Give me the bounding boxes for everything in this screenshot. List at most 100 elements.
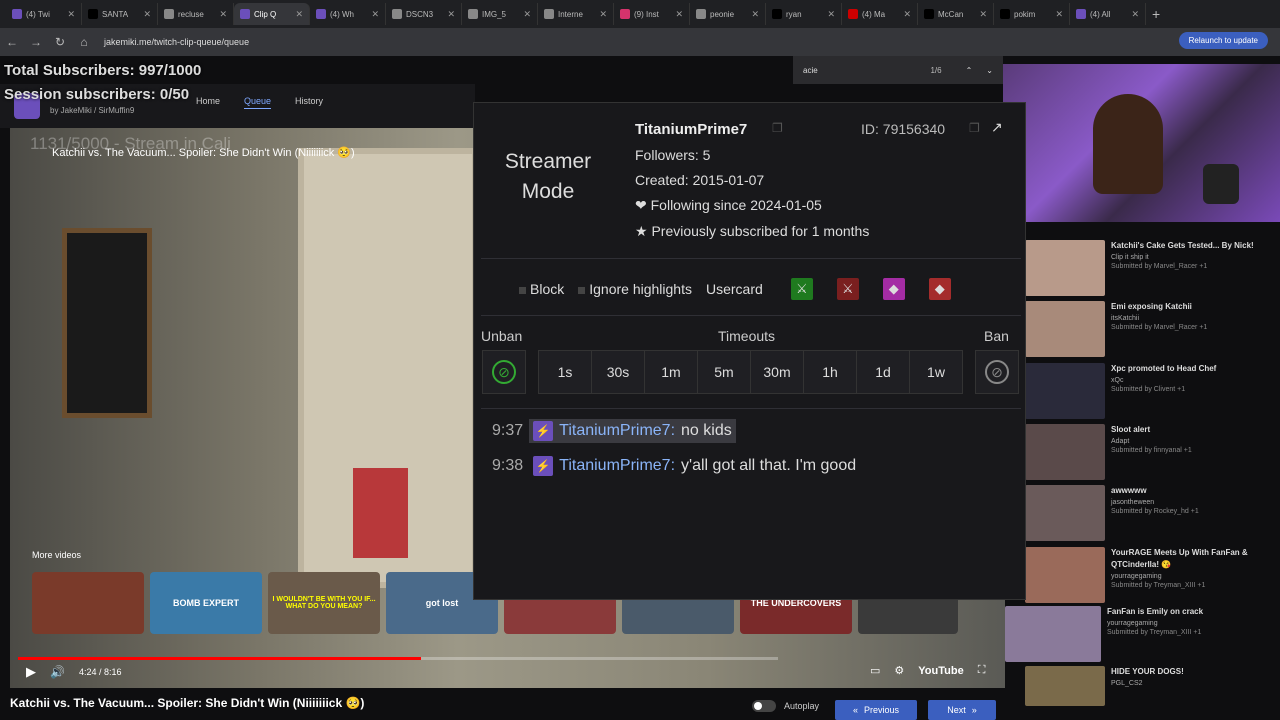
chevron-up-icon[interactable]: ⌃ — [966, 66, 973, 75]
clip-thumbnail — [1025, 666, 1105, 706]
browser-tab[interactable]: pokim ✕ — [994, 3, 1070, 25]
volume-icon[interactable]: 🔊 — [50, 665, 65, 679]
mod-icon[interactable]: ⚔ — [790, 278, 813, 300]
unban-button[interactable]: ⊘ — [482, 350, 526, 394]
usercard-link[interactable]: Usercard — [706, 281, 763, 297]
ignore-highlights-checkbox[interactable]: Ignore highlights — [578, 281, 692, 297]
timeout-5m-button[interactable]: 5m — [697, 350, 751, 394]
list-item[interactable]: HIDE YOUR DOGS! PGL_CS2 — [1025, 666, 1271, 706]
browser-tab[interactable]: ryan ✕ — [766, 3, 842, 25]
unmod-icon[interactable]: ⚔ — [836, 278, 859, 300]
reload-icon[interactable]: ↻ — [48, 35, 72, 49]
favicon-icon — [696, 9, 706, 19]
captions-icon[interactable]: ▭ — [870, 664, 880, 677]
browser-tab[interactable]: IMG_5 ✕ — [462, 3, 538, 25]
browser-tab-active[interactable]: Clip Q ✕ — [234, 3, 310, 25]
timeout-1m-button[interactable]: 1m — [644, 350, 698, 394]
nav-history[interactable]: History — [295, 96, 323, 109]
browser-tab[interactable]: DSCN3 ✕ — [386, 3, 462, 25]
created-date: Created: 2015-01-07 — [635, 172, 765, 188]
ban-button[interactable]: ⊘ — [975, 350, 1019, 394]
close-icon[interactable]: ✕ — [903, 9, 911, 20]
microphone — [1203, 164, 1239, 204]
timeout-1h-button[interactable]: 1h — [803, 350, 857, 394]
close-icon[interactable]: ✕ — [1131, 9, 1139, 20]
streamer — [1093, 94, 1163, 194]
favicon-icon — [772, 9, 782, 19]
browser-tab[interactable]: (4) All ✕ — [1070, 3, 1146, 25]
favicon-icon — [12, 9, 22, 19]
browser-tab[interactable]: peonie ✕ — [690, 3, 766, 25]
close-icon[interactable]: ✕ — [1055, 9, 1063, 20]
clip-thumbnail — [1005, 606, 1101, 662]
autoplay-toggle[interactable]: Autoplay — [752, 700, 819, 712]
browser-tab[interactable]: Interne ✕ — [538, 3, 614, 25]
close-icon[interactable]: ✕ — [523, 9, 531, 20]
play-icon[interactable]: ▶ — [26, 664, 36, 680]
browser-tab[interactable]: SANTA ✕ — [82, 3, 158, 25]
close-icon[interactable]: ✕ — [675, 9, 683, 20]
next-button[interactable]: Next» — [928, 700, 996, 720]
browser-tab[interactable]: (4) Twi ✕ — [6, 3, 82, 25]
list-item[interactable]: YourRAGE Meets Up With FanFan & QTCinder… — [1025, 547, 1271, 603]
close-icon[interactable]: ✕ — [143, 9, 151, 20]
timeout-30s-button[interactable]: 30s — [591, 350, 645, 394]
video-thumbnail[interactable]: I WOULDN'T BE WITH YOU IF... WHAT DO YOU… — [268, 572, 380, 634]
checkmark-circle-icon: ⊘ — [492, 360, 516, 384]
youtube-logo[interactable]: YouTube — [918, 665, 963, 677]
byline: by JakeMiki / SirMuffin9 — [50, 106, 135, 115]
browser-tab[interactable]: McCan ✕ — [918, 3, 994, 25]
nav-home[interactable]: Home — [196, 96, 220, 109]
block-checkbox[interactable]: Block — [519, 281, 564, 297]
chevron-down-icon[interactable]: ⌄ — [986, 66, 993, 75]
url-field[interactable]: jakemiki.me/twitch-clip-queue/queue — [104, 37, 249, 47]
home-icon[interactable]: ⌂ — [72, 35, 96, 49]
close-icon[interactable]: ✕ — [751, 9, 759, 20]
close-icon[interactable]: ✕ — [979, 9, 987, 20]
list-item[interactable]: Emi exposing Katchii itsKatchii Submitted … — [1025, 301, 1271, 357]
close-icon[interactable]: ✕ — [599, 9, 607, 20]
list-item[interactable]: Katchii's Cake Gets Tested... By Nick! Cl… — [1025, 240, 1271, 296]
video-thumbnail[interactable]: BOMB EXPERT — [150, 572, 262, 634]
browser-tab[interactable]: (9) Inst ✕ — [614, 3, 690, 25]
timeout-1s-button[interactable]: 1s — [538, 350, 592, 394]
list-item[interactable]: FanFan is Emily on crack yourragegaming Su… — [1005, 606, 1267, 662]
timeout-1d-button[interactable]: 1d — [856, 350, 910, 394]
list-item[interactable]: Xpc promoted to Head Chef xQc Submitted by… — [1025, 363, 1271, 419]
close-icon[interactable]: ✕ — [67, 9, 75, 20]
browser-tab[interactable]: (4) Ma ✕ — [842, 3, 918, 25]
back-icon[interactable]: ← — [0, 35, 24, 49]
timeout-1w-button[interactable]: 1w — [909, 350, 963, 394]
progress-bar[interactable] — [18, 657, 778, 660]
total-subscribers-text: Total Subscribers: 997/1000 — [4, 62, 202, 79]
close-icon[interactable]: ✕ — [447, 9, 455, 20]
copy-icon[interactable]: ❐ — [969, 121, 980, 135]
forward-icon[interactable]: → — [24, 35, 48, 49]
nav-queue[interactable]: Queue — [244, 96, 272, 109]
close-icon[interactable]: ✕ — [371, 9, 379, 20]
browser-tab[interactable]: (4) Wh ✕ — [310, 3, 386, 25]
video-thumbnail[interactable] — [32, 572, 144, 634]
browser-tab[interactable]: recluse ✕ — [158, 3, 234, 25]
video-title[interactable]: Katchii vs. The Vacuum... Spoiler: She D… — [52, 146, 355, 159]
list-item[interactable]: Sloot alert Adapt Submitted by finnyanal +… — [1025, 424, 1271, 480]
favicon-icon — [620, 9, 630, 19]
new-tab-icon[interactable]: + — [1152, 6, 1160, 22]
favicon-icon — [544, 9, 554, 19]
close-icon[interactable]: ✕ — [827, 9, 835, 20]
vip-icon[interactable]: ◆ — [882, 278, 905, 300]
list-item[interactable]: awwwww jasontheween Submitted by Rockey_hd… — [1025, 485, 1271, 541]
unvip-icon[interactable]: ◆ — [928, 278, 951, 300]
copy-icon[interactable]: ❐ — [772, 121, 783, 135]
previous-button[interactable]: «Previous — [835, 700, 917, 720]
close-icon[interactable]: ✕ — [295, 9, 303, 20]
popout-icon[interactable]: ↗ — [991, 119, 1003, 136]
bits-badge-icon: ⚡ — [533, 456, 554, 476]
settings-icon[interactable]: ⚙ — [894, 664, 904, 677]
fullscreen-icon[interactable]: ⛶ — [978, 664, 986, 677]
relaunch-button[interactable]: Relaunch to update — [1178, 32, 1268, 49]
timeout-30m-button[interactable]: 30m — [750, 350, 804, 394]
toggle-switch[interactable] — [752, 700, 776, 712]
find-input[interactable]: acie — [803, 66, 818, 75]
close-icon[interactable]: ✕ — [219, 9, 227, 20]
